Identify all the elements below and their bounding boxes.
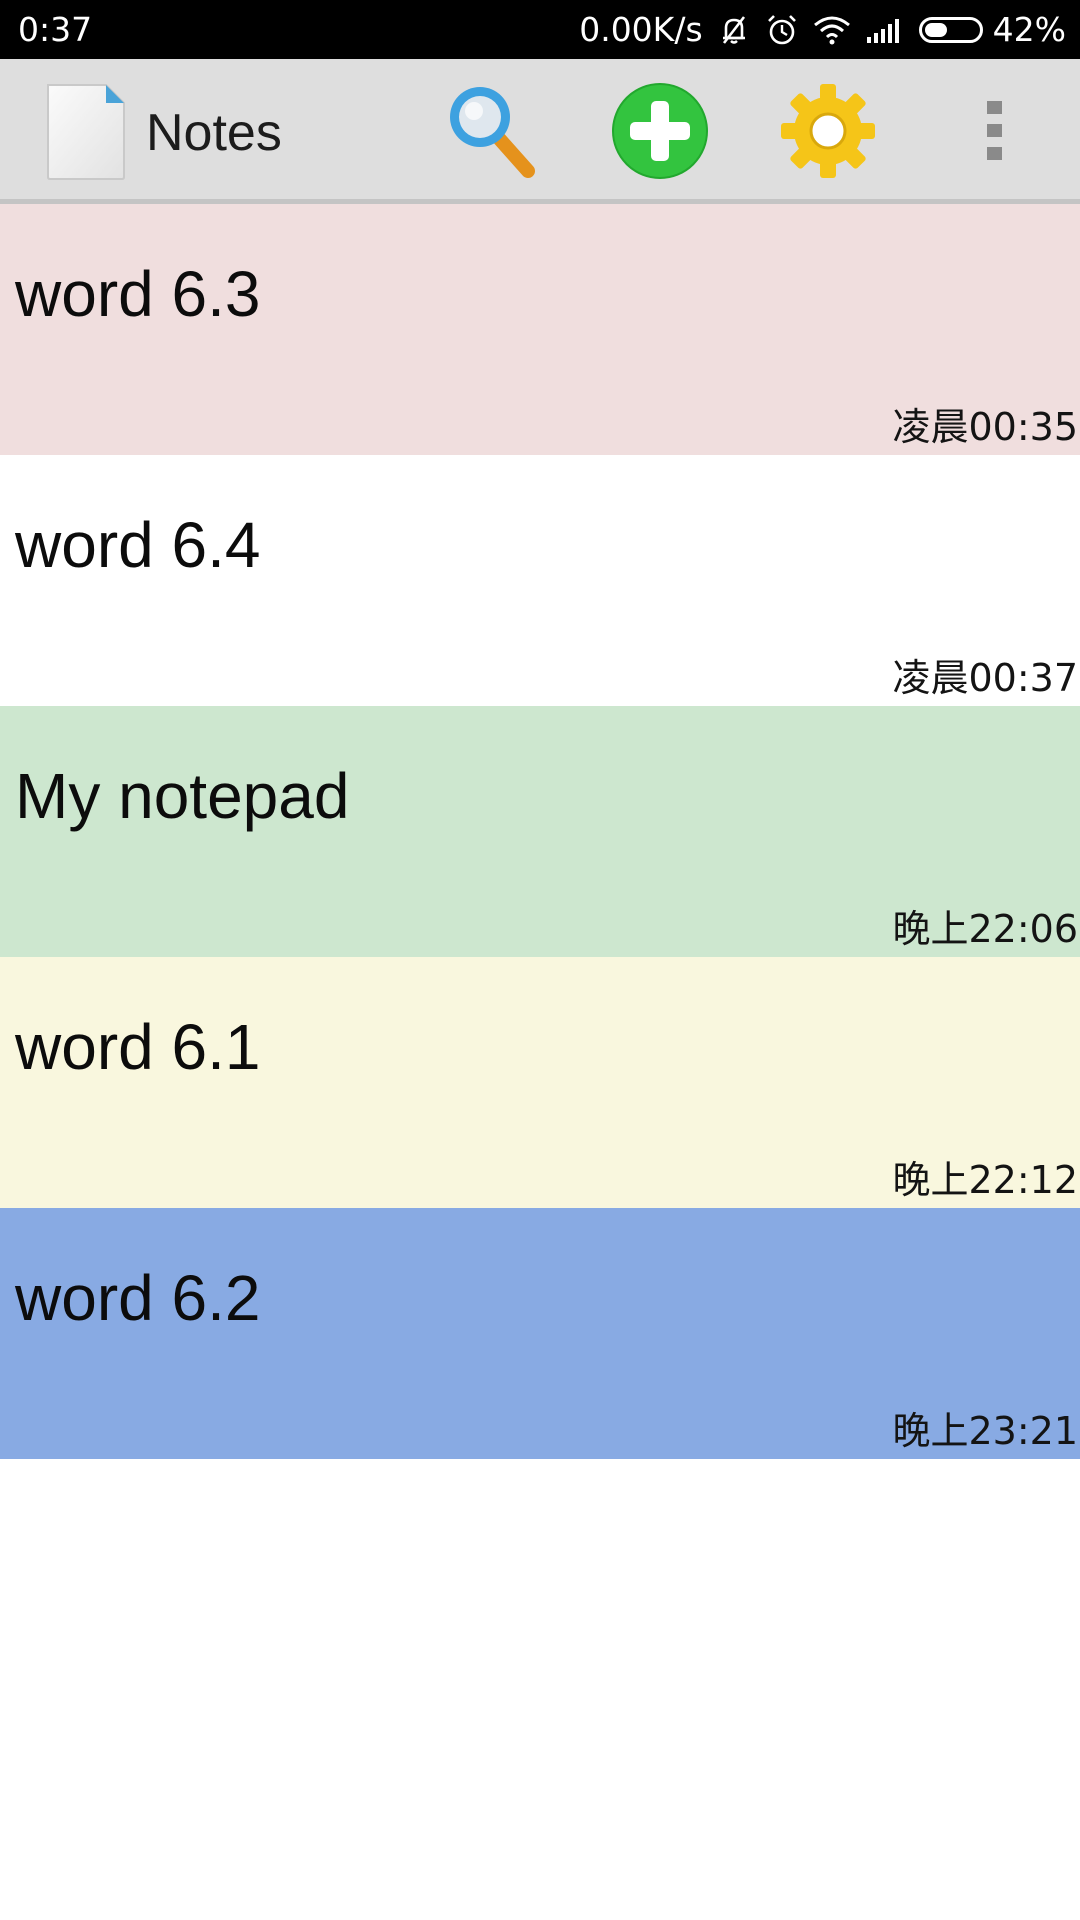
search-icon	[444, 81, 540, 186]
note-item[interactable]: My notepad 晚上22:06	[0, 706, 1080, 957]
note-time: 晚上22:06	[892, 907, 1078, 951]
battery-level-fill	[924, 22, 947, 37]
wifi-icon	[813, 15, 851, 45]
status-bar: 0:37 0.00K/s 42%	[0, 0, 1080, 59]
add-icon	[610, 81, 710, 186]
gear-icon	[778, 81, 878, 186]
app-title: Notes	[146, 104, 282, 162]
net-speed: 0.00K/s	[579, 10, 703, 49]
note-time: 凌晨00:37	[892, 656, 1078, 700]
status-icons: 0.00K/s 42%	[579, 0, 1066, 59]
signal-icon	[865, 15, 905, 45]
note-title: word 6.4	[15, 509, 261, 581]
note-title: word 6.3	[15, 258, 261, 330]
overflow-menu-button[interactable]	[955, 78, 1035, 188]
bell-muted-icon	[717, 13, 751, 47]
status-time: 0:37	[18, 10, 93, 49]
notes-list: word 6.3 凌晨00:35 word 6.4 凌晨00:37 My not…	[0, 204, 1080, 1459]
add-note-button[interactable]	[605, 78, 715, 188]
note-item[interactable]: word 6.3 凌晨00:35	[0, 204, 1080, 455]
note-title: My notepad	[15, 760, 350, 832]
battery-percent: 42%	[992, 10, 1066, 49]
notes-screen: 0:37 0.00K/s 42% Notes word 6.3 凌晨00:35 …	[0, 0, 1080, 1920]
battery-indicator: 42%	[918, 10, 1066, 49]
overflow-menu-icon	[985, 99, 1005, 168]
settings-button[interactable]	[773, 78, 883, 188]
note-time: 凌晨00:35	[892, 405, 1078, 449]
note-item[interactable]: word 6.2 晚上23:21	[0, 1208, 1080, 1459]
search-button[interactable]	[437, 78, 547, 188]
note-title: word 6.1	[15, 1011, 261, 1083]
note-item[interactable]: word 6.1 晚上22:12	[0, 957, 1080, 1208]
note-item[interactable]: word 6.4 凌晨00:37	[0, 455, 1080, 706]
note-time: 晚上22:12	[892, 1158, 1078, 1202]
document-icon	[44, 83, 126, 186]
battery-icon	[918, 16, 983, 43]
note-time: 晚上23:21	[892, 1409, 1078, 1453]
note-title: word 6.2	[15, 1262, 261, 1334]
alarm-icon	[765, 13, 799, 47]
